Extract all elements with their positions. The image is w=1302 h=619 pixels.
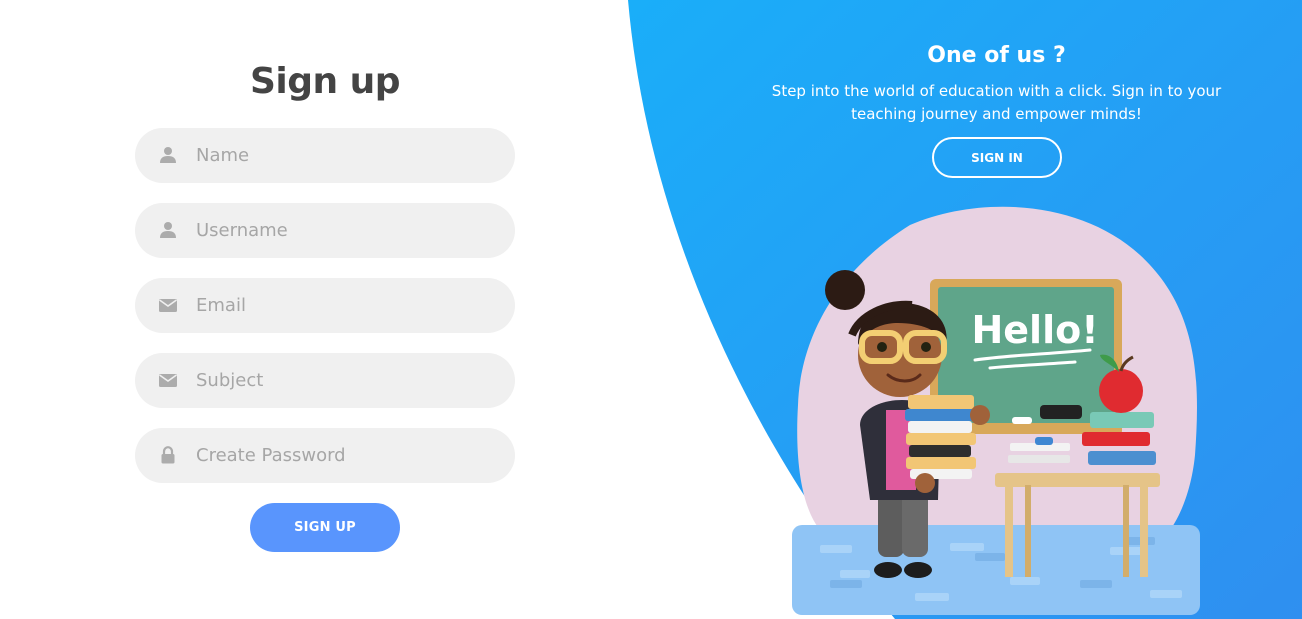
envelope-icon: [159, 299, 177, 312]
name-input[interactable]: [196, 128, 496, 183]
username-field[interactable]: [135, 203, 515, 258]
email-field[interactable]: [135, 278, 515, 333]
panel-description: Step into the world of education with a …: [771, 82, 1222, 123]
sign-up-button[interactable]: SIGN UP: [250, 503, 400, 552]
lock-icon: [161, 446, 175, 464]
envelope-icon: [159, 374, 177, 387]
sign-in-button[interactable]: SIGN IN: [932, 137, 1062, 178]
username-input[interactable]: [196, 203, 496, 258]
signup-page: Sign up Name Username Email Subject SIGN…: [0, 0, 1302, 619]
panel-title: One of us ?: [927, 43, 1066, 68]
chalkboard-text: Hello!: [971, 308, 1098, 352]
teacher-illustration: Hello!: [792, 206, 1200, 615]
desk: [995, 473, 1160, 487]
subject-input[interactable]: [196, 353, 496, 408]
user-icon: [160, 222, 176, 238]
password-input[interactable]: [196, 428, 496, 483]
password-field[interactable]: [135, 428, 515, 483]
email-input[interactable]: [196, 278, 496, 333]
name-field[interactable]: [135, 128, 515, 183]
subject-field[interactable]: [135, 353, 515, 408]
signup-form: Sign up Name Username Email Subject SIGN…: [135, 0, 515, 619]
book-stack: [905, 395, 977, 479]
apple: [1099, 369, 1143, 413]
user-icon: [160, 147, 176, 163]
signup-title: Sign up: [249, 61, 401, 102]
